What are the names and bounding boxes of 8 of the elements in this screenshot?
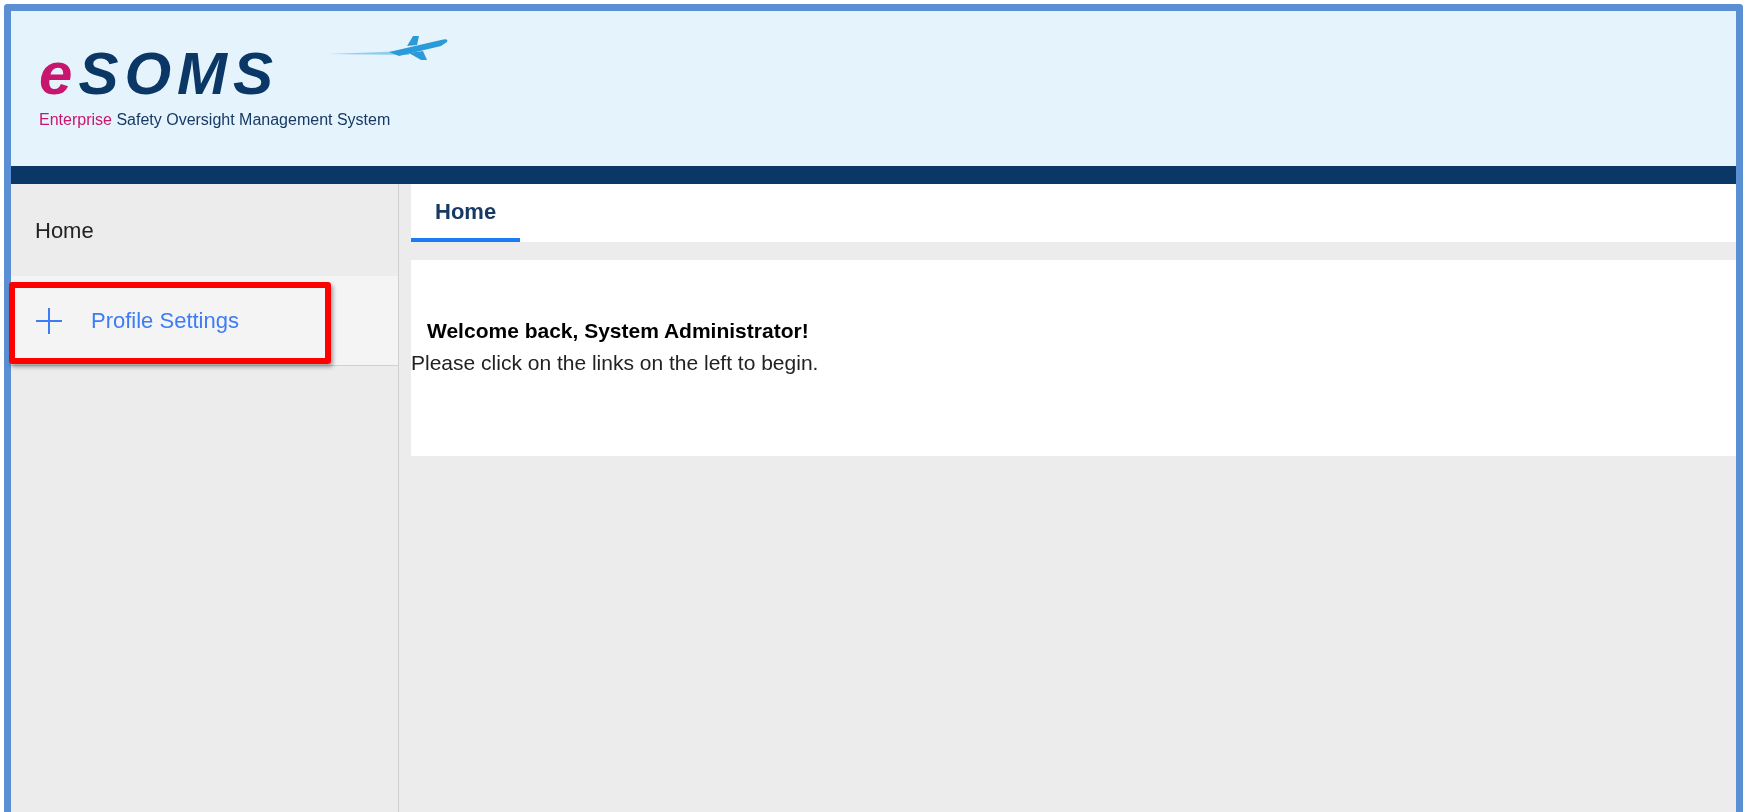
plus-icon	[35, 306, 63, 335]
welcome-text: Please click on the links on the left to begin.	[411, 349, 820, 376]
tab[interactable]: Home	[411, 195, 521, 242]
welcome-title: Welcome back, System Administrator!	[426, 318, 810, 344]
logo: eSOMS	[39, 43, 280, 104]
sidebar-item[interactable]: Profile Settings	[11, 276, 398, 366]
sidebar-item[interactable]: Home	[11, 184, 398, 276]
logo-tagline: Enterprise Safety Oversight Management System	[39, 109, 391, 130]
